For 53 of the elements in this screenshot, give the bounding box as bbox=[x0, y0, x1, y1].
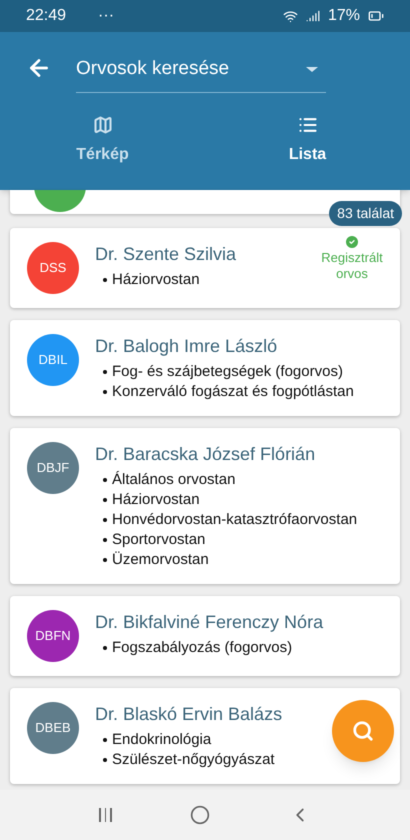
map-icon bbox=[92, 115, 112, 135]
bullet-icon bbox=[103, 518, 107, 522]
doctor-card[interactable]: DBEB Dr. Blaskó Ervin Balázs Endokrinológia Szülészet-nőgyógyászat bbox=[10, 688, 400, 784]
bullet-icon bbox=[103, 758, 107, 762]
view-tab[interactable]: Lista bbox=[205, 104, 410, 190]
registered-label: Regisztrált orvos bbox=[320, 250, 384, 282]
bullet-icon bbox=[103, 390, 107, 394]
bullet-icon bbox=[103, 558, 107, 562]
doctor-name: Dr. Bikfalviné Ferenczy Nóra bbox=[95, 611, 324, 634]
doctor-name: Dr. Baracska József Flórián bbox=[95, 443, 316, 466]
avatar: DBJF bbox=[27, 442, 79, 494]
result-count-badge: 83 találat bbox=[329, 201, 402, 226]
avatar: DBFN bbox=[27, 610, 79, 662]
specialty-item: Általános orvostan bbox=[112, 470, 236, 490]
bullet-icon bbox=[103, 478, 107, 482]
specialty-item: Fogszabályozás (fogorvos) bbox=[112, 638, 292, 658]
doctor-name: Dr. Szente Szilvia bbox=[95, 243, 236, 266]
bullet-icon bbox=[103, 538, 107, 542]
specialty-item: Honvédorvostan-katasztrófaorvostan bbox=[112, 510, 358, 530]
bullet-icon bbox=[103, 738, 107, 742]
list-icon bbox=[298, 115, 318, 135]
doctor-card[interactable]: DBJF Dr. Baracska József Flórián Általános orvostan Háziorvostan Honvédorvostan-katasztrófaorvostan Sportorvostan Üzemorvostan bbox=[10, 428, 400, 584]
specialty-item: Konzerváló fogászat és fogpótlástan bbox=[112, 382, 354, 402]
doctor-card[interactable]: DBIL Dr. Balogh Imre László Fog- és szájbetegségek (fogorvos) Konzerváló fogászat és fogpótlástan bbox=[10, 320, 400, 416]
bullet-icon bbox=[103, 370, 107, 374]
specialty-item: Üzemorvostan bbox=[112, 550, 209, 570]
recent-apps-icon[interactable] bbox=[99, 808, 112, 822]
notification-dots: ··· bbox=[98, 6, 114, 26]
title-dropdown[interactable]: Orvosok keresése bbox=[76, 55, 326, 93]
dropdown-caret-icon bbox=[306, 67, 318, 72]
battery-percent: 17% bbox=[328, 6, 360, 26]
specialty-item: Fog- és szájbetegségek (fogorvos) bbox=[112, 362, 343, 382]
specialty-item: Szülészet-nőgyógyászat bbox=[112, 750, 275, 770]
specialty-item: Háziorvostan bbox=[112, 270, 200, 290]
specialty-item: Háziorvostan bbox=[112, 490, 200, 510]
clock: 22:49 bbox=[26, 6, 66, 26]
doctor-card[interactable]: DSS Dr. Szente Szilvia Háziorvostan Regisztrált orvos bbox=[10, 228, 400, 308]
doctor-name: Dr. Blaskó Ervin Balázs bbox=[95, 703, 282, 726]
doctor-name: Dr. Balogh Imre László bbox=[95, 335, 278, 358]
home-icon[interactable] bbox=[190, 805, 210, 825]
avatar: DBIL bbox=[27, 334, 79, 386]
check-badge-icon bbox=[344, 234, 360, 250]
bullet-icon bbox=[103, 278, 107, 282]
specialty-item: Sportorvostan bbox=[112, 530, 206, 550]
doctor-card[interactable]: DBFN Dr. Bikfalviné Ferenczy Nóra Fogszabályozás (fogorvos) bbox=[10, 596, 400, 676]
signal-icon bbox=[306, 9, 320, 23]
avatar: DSS bbox=[27, 242, 79, 294]
bullet-icon bbox=[103, 646, 107, 650]
search-icon bbox=[352, 720, 374, 742]
avatar: DBEB bbox=[27, 702, 79, 754]
wifi-icon bbox=[282, 8, 298, 24]
bullet-icon bbox=[103, 498, 107, 502]
specialty-item: Endokrinológia bbox=[112, 730, 212, 750]
